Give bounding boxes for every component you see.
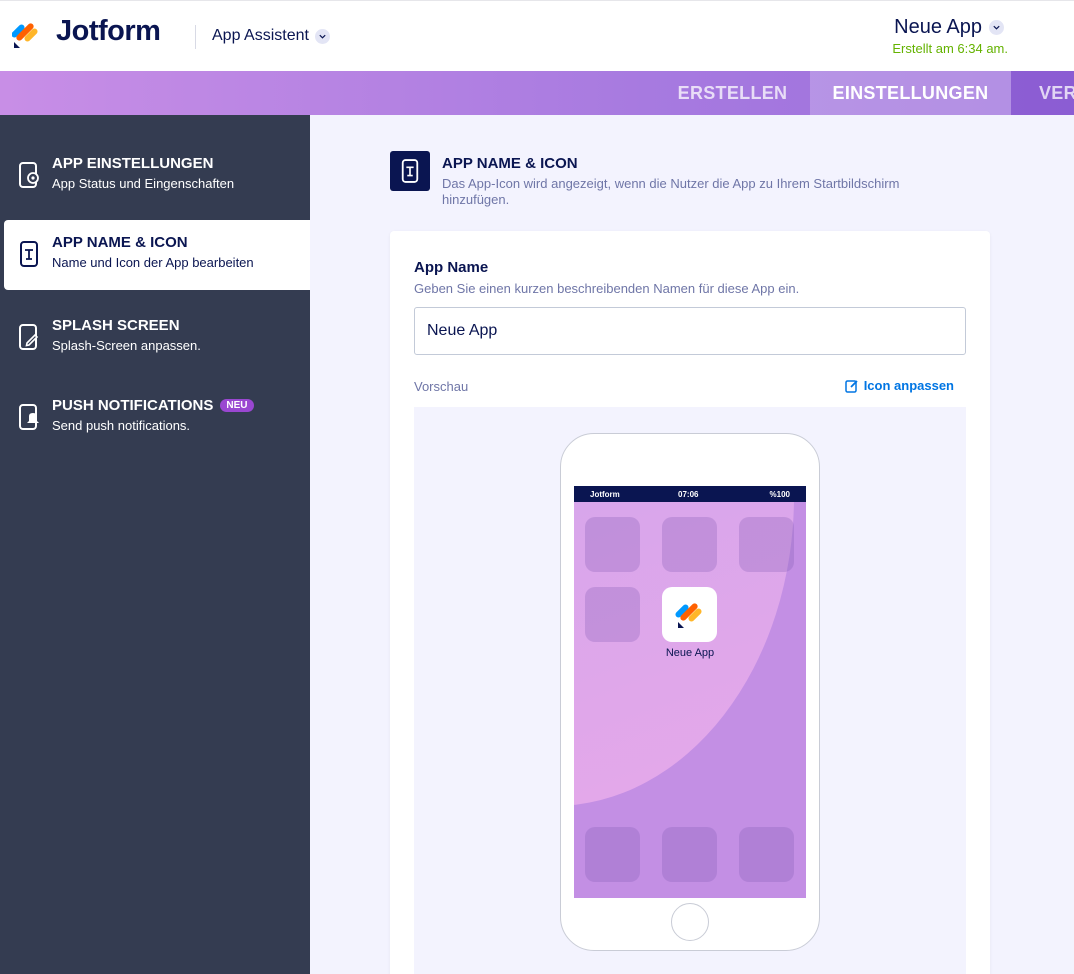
app-name-label: App Name: [414, 259, 489, 276]
app-assistant-label: App Assistent: [212, 27, 309, 44]
sidebar-item-title: PUSH NOTIFICATIONS NEU: [52, 397, 254, 414]
phone-preview: Jotform 07:06 %100 Neue App: [414, 407, 966, 974]
dock-slot-placeholder: [585, 827, 640, 882]
customize-icon-label: Icon anpassen: [863, 378, 954, 393]
top-header: Jotform App Assistent Neue App Erstellt …: [0, 0, 1074, 71]
phone-home-button: [671, 903, 709, 941]
customize-icon-link[interactable]: Icon anpassen: [844, 378, 954, 393]
sidebar-item-push-notifications[interactable]: PUSH NOTIFICATIONS NEU Send push notific…: [0, 383, 310, 453]
app-icon-preview: [662, 587, 717, 642]
phone-text-icon: [390, 151, 430, 191]
main-nav: ERSTELLEN EINSTELLUNGEN VER: [0, 71, 1074, 115]
sidebar-item-subtitle: App Status und Eingenschaften: [52, 176, 235, 191]
tab-veroeffentlichen[interactable]: VER: [1011, 71, 1074, 115]
sidebar-item-subtitle: Splash-Screen anpassen.: [52, 338, 201, 353]
app-slot-placeholder: [585, 587, 640, 642]
app-name-input[interactable]: [414, 307, 966, 355]
phone-bell-icon: [19, 404, 39, 430]
new-badge: NEU: [220, 399, 254, 412]
chevron-down-icon: [989, 20, 1004, 35]
sidebar-item-app-settings[interactable]: APP EINSTELLUNGEN App Status und Eingens…: [0, 141, 310, 211]
sidebar-item-subtitle: Send push notifications.: [52, 418, 191, 433]
sidebar-item-title: SPLASH SCREEN: [52, 317, 180, 334]
phone-status-bar: Jotform 07:06 %100: [574, 486, 806, 502]
app-name-help: Geben Sie einen kurzen beschreibenden Na…: [414, 281, 800, 296]
jotform-logo-icon[interactable]: [12, 20, 42, 50]
sidebar-item-title-text: PUSH NOTIFICATIONS: [52, 397, 214, 414]
brand-name[interactable]: Jotform: [56, 15, 161, 48]
chevron-down-icon: [314, 28, 330, 44]
app-icon-label: Neue App: [665, 647, 715, 659]
tab-einstellungen[interactable]: EINSTELLUNGEN: [810, 71, 1011, 115]
app-slot-placeholder: [739, 517, 794, 572]
created-timestamp: Erstellt am 6:34 am.: [892, 41, 1008, 56]
phone-edit-icon: [19, 324, 39, 350]
sidebar-item-app-name-icon[interactable]: APP NAME & ICON Name und Icon der App be…: [4, 220, 310, 290]
sidebar-item-title: APP EINSTELLUNGEN: [52, 155, 214, 172]
section-description: Das App-Icon wird angezeigt, wenn die Nu…: [442, 176, 900, 207]
jotform-logo-icon: [675, 603, 702, 628]
sidebar-item-title: APP NAME & ICON: [52, 234, 188, 251]
tab-erstellen[interactable]: ERSTELLEN: [655, 71, 810, 115]
settings-sidebar: APP EINSTELLUNGEN App Status und Eingens…: [0, 115, 310, 974]
phone-gear-icon: [19, 162, 39, 188]
sidebar-item-splash-screen[interactable]: SPLASH SCREEN Splash-Screen anpassen.: [0, 303, 310, 373]
edit-icon: [844, 379, 858, 393]
dock-slot-placeholder: [662, 827, 717, 882]
app-name-card: App Name Geben Sie einen kurzen beschrei…: [390, 231, 990, 974]
section-title: APP NAME & ICON: [442, 155, 578, 172]
app-name-title: Neue App: [894, 16, 982, 38]
header-divider: [195, 25, 196, 49]
status-brand: Jotform: [590, 490, 620, 499]
phone-text-icon: [20, 241, 38, 267]
sidebar-item-subtitle: Name und Icon der App bearbeiten: [52, 255, 254, 270]
preview-label: Vorschau: [414, 379, 469, 394]
app-slot-placeholder: [662, 517, 717, 572]
app-assistant-menu[interactable]: App Assistent: [212, 27, 330, 45]
status-battery: %100: [769, 490, 790, 499]
dock-slot-placeholder: [739, 827, 794, 882]
phone-screen: Jotform 07:06 %100 Neue App: [574, 486, 806, 898]
phone-mockup: Jotform 07:06 %100 Neue App: [560, 433, 820, 951]
app-slot-placeholder: [585, 517, 640, 572]
app-name-menu[interactable]: Neue App: [894, 16, 1004, 39]
status-time: 07:06: [678, 490, 699, 499]
